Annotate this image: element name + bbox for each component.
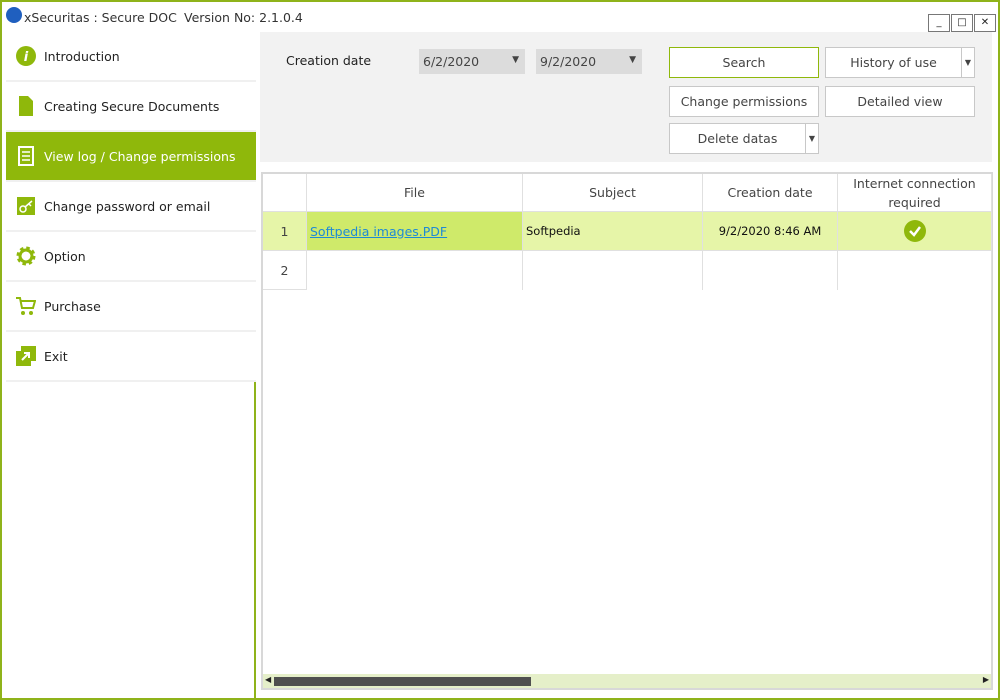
subject-cell — [523, 251, 703, 290]
app-window: xSecuritas : Secure DOC Version No: 2.1.… — [0, 0, 1000, 700]
sidebar-item-label: Exit — [44, 349, 68, 364]
check-circle-icon — [903, 220, 926, 242]
internet-cell — [838, 251, 992, 290]
sidebar-item-view-log[interactable]: View log / Change permissions — [6, 132, 256, 182]
sidebar-item-creating-secure-documents[interactable]: Creating Secure Documents — [6, 82, 256, 132]
app-logo-icon — [6, 7, 22, 23]
dropdown-arrow-icon[interactable]: ▼ — [805, 124, 818, 153]
version-label: Version No: 2.1.0.4 — [184, 10, 303, 25]
log-table: File Subject Creation date Internet conn… — [261, 172, 993, 690]
scroll-left-icon[interactable]: ◀ — [265, 675, 271, 684]
date-cell: 9/2/2020 8:46 AM — [703, 212, 838, 251]
column-header-creation-date[interactable]: Creation date — [703, 174, 838, 212]
document-icon — [19, 96, 33, 116]
delete-datas-button[interactable]: Delete datas ▼ — [669, 123, 819, 154]
close-button[interactable]: ✕ — [974, 14, 996, 32]
scroll-right-icon[interactable]: ▶ — [983, 675, 989, 684]
date-to-picker[interactable]: 9/2/2020 ▼ — [536, 49, 642, 74]
file-cell — [307, 251, 523, 290]
column-header-file[interactable]: File — [307, 174, 523, 212]
date-cell — [703, 251, 838, 290]
sidebar-item-label: Change password or email — [44, 199, 211, 214]
sidebar-item-label: View log / Change permissions — [44, 149, 236, 164]
change-permissions-button[interactable]: Change permissions — [669, 86, 819, 117]
internet-cell — [838, 212, 992, 251]
filter-panel: Creation date 6/2/2020 ▼ 9/2/2020 ▼ Search… — [260, 32, 992, 162]
key-icon — [17, 197, 35, 215]
svg-text:i: i — [24, 50, 29, 65]
sidebar-item-option[interactable]: Option — [6, 232, 256, 282]
gear-icon — [16, 246, 36, 266]
sidebar: i Introduction Creating Secure Documents… — [4, 32, 256, 698]
scroll-icon — [18, 146, 34, 166]
maximize-button[interactable]: □ — [951, 14, 973, 32]
sidebar-item-introduction[interactable]: i Introduction — [6, 32, 256, 82]
column-header-number — [263, 174, 307, 212]
dropdown-arrow-icon[interactable]: ▼ — [961, 48, 974, 77]
date-from-value: 6/2/2020 — [423, 54, 480, 69]
title-bar: xSecuritas : Secure DOC Version No: 2.1.… — [2, 2, 998, 32]
scrollbar-thumb[interactable] — [274, 677, 531, 686]
sidebar-item-label: Introduction — [44, 49, 120, 64]
sidebar-item-label: Creating Secure Documents — [44, 99, 220, 114]
detailed-view-button[interactable]: Detailed view — [825, 86, 975, 117]
minimize-button[interactable]: _ — [928, 14, 950, 32]
cart-icon — [16, 297, 36, 315]
search-button[interactable]: Search — [669, 47, 819, 78]
history-of-use-button[interactable]: History of use ▼ — [825, 47, 975, 78]
sidebar-item-purchase[interactable]: Purchase — [6, 282, 256, 332]
row-number: 1 — [263, 212, 307, 251]
subject-cell: Softpedia — [523, 212, 703, 251]
sidebar-item-label: Purchase — [44, 299, 101, 314]
app-title: xSecuritas : Secure DOC — [24, 10, 177, 25]
creation-date-label: Creation date — [286, 53, 372, 68]
file-link[interactable]: Softpedia images.PDF — [310, 224, 447, 239]
dropdown-arrow-icon: ▼ — [629, 55, 636, 65]
sidebar-item-exit[interactable]: Exit — [6, 332, 256, 382]
column-header-subject[interactable]: Subject — [523, 174, 703, 212]
date-to-value: 9/2/2020 — [540, 54, 597, 69]
dropdown-arrow-icon: ▼ — [512, 55, 519, 65]
history-label: History of use — [850, 55, 937, 70]
row-number: 2 — [263, 251, 307, 290]
info-icon: i — [16, 46, 36, 66]
delete-label: Delete datas — [697, 131, 778, 146]
date-from-picker[interactable]: 6/2/2020 ▼ — [419, 49, 525, 74]
horizontal-scrollbar[interactable]: ◀ ▶ — [263, 674, 991, 688]
sidebar-item-label: Option — [44, 249, 86, 264]
sidebar-item-change-password[interactable]: Change password or email — [6, 182, 256, 232]
exit-icon — [16, 346, 36, 366]
column-header-internet[interactable]: Internet connection required — [838, 174, 992, 212]
